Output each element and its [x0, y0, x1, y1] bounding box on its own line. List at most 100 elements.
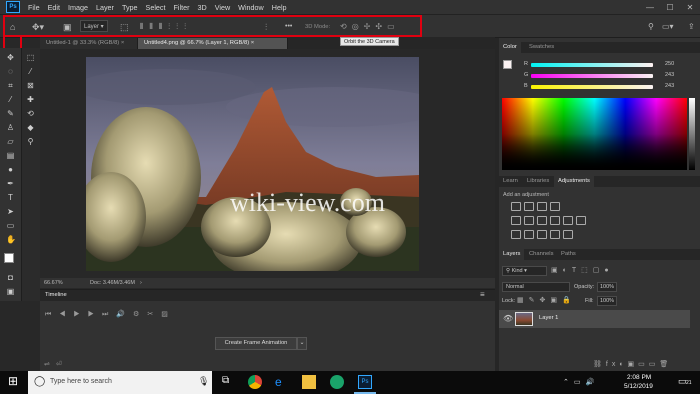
layer-filter-icons[interactable]: ▣◐T⬚▢●: [551, 266, 614, 274]
system-tray-icons[interactable]: ⌃▭🔊: [563, 378, 599, 386]
tab-learn[interactable]: Learn: [499, 176, 522, 187]
lock-icons[interactable]: ▦✎✥▣🔒: [517, 296, 576, 304]
shape-tool-icon[interactable]: ▭: [6, 221, 15, 230]
zoom-level[interactable]: 66.67%: [44, 278, 63, 288]
chrome-icon[interactable]: [248, 375, 262, 389]
hue-saturation-adjust-icon[interactable]: [524, 216, 534, 225]
share-icon[interactable]: ⇪: [688, 21, 695, 33]
menu-type[interactable]: Type: [122, 3, 138, 12]
windows-start-icon[interactable]: ⊞: [8, 374, 18, 388]
layer-row[interactable]: 👁 Layer 1: [499, 310, 690, 328]
workspace-icon[interactable]: ▭▾: [662, 21, 674, 33]
timeline-footer-icons[interactable]: ⇌⏎: [44, 360, 68, 368]
minimize-button[interactable]: —: [640, 3, 660, 12]
eyedropper-tool-icon[interactable]: ⁄: [6, 95, 15, 104]
menu-filter[interactable]: Filter: [174, 3, 190, 12]
task-view-icon[interactable]: ⧉: [222, 375, 236, 389]
type-tool-icon[interactable]: T: [6, 193, 15, 202]
channel-mixer-adjust-icon[interactable]: [576, 216, 586, 225]
path-select-tool-icon[interactable]: ➤: [6, 207, 15, 216]
file-explorer-icon[interactable]: [302, 375, 316, 389]
lasso-tool-icon[interactable]: ◌: [6, 67, 15, 76]
playback-controls[interactable]: ⏮◀▶▶⏭🔊⚙✂▨: [45, 310, 185, 319]
invert-adjust-icon[interactable]: [511, 230, 521, 239]
channel-value-r[interactable]: 250: [665, 61, 674, 67]
history-brush-icon[interactable]: ⟲: [26, 109, 35, 118]
move-tool-icon[interactable]: ✥: [6, 53, 15, 62]
quick-select-icon[interactable]: ⁄: [26, 67, 35, 76]
taskbar-search-box[interactable]: ◯ Type here to search 🎙: [28, 371, 212, 394]
panel-menu-icon[interactable]: ≡: [480, 290, 485, 299]
layer-filter-dropdown[interactable]: ⚲ Kind ▾: [502, 266, 547, 276]
photo-filter-adjust-icon[interactable]: [563, 216, 573, 225]
frame-tool-icon[interactable]: ⊠: [26, 81, 35, 90]
brush-tool-icon[interactable]: ✎: [6, 109, 15, 118]
status-arrow-icon[interactable]: ›: [140, 278, 142, 288]
menu-image[interactable]: Image: [68, 3, 88, 12]
dodge-tool-icon[interactable]: ●: [6, 165, 15, 174]
posterize-adjust-icon[interactable]: [524, 230, 534, 239]
gradient-tool-icon[interactable]: ▤: [6, 151, 15, 160]
color-balance-adjust-icon[interactable]: [537, 216, 547, 225]
visibility-eye-icon[interactable]: 👁: [503, 314, 513, 323]
stamp-tool-icon[interactable]: ♙: [6, 123, 15, 132]
zoom-tool-icon[interactable]: ⚲: [26, 137, 35, 146]
tab-untitled-1[interactable]: Untitled-1 @ 33.3% (RGB/8) ×: [40, 38, 138, 49]
tab-swatches[interactable]: Swatches: [525, 42, 558, 53]
tab-paths[interactable]: Paths: [557, 249, 580, 260]
blue-slider[interactable]: [531, 85, 653, 89]
photoshop-taskbar-icon[interactable]: Ps: [358, 375, 372, 389]
menu-3d[interactable]: 3D: [198, 3, 207, 12]
menu-layer[interactable]: Layer: [96, 3, 114, 12]
marquee-tool-icon[interactable]: ⬚: [26, 53, 35, 62]
microphone-icon[interactable]: 🎙: [198, 376, 209, 387]
tab-channels[interactable]: Channels: [525, 249, 558, 260]
layer-name[interactable]: Layer 1: [539, 315, 558, 321]
curves-adjust-icon[interactable]: [537, 202, 547, 211]
search-icon[interactable]: ⚲: [648, 21, 654, 33]
grayscale-ramp[interactable]: [689, 98, 695, 170]
threshold-adjust-icon[interactable]: [537, 230, 547, 239]
close-tab-icon[interactable]: ×: [251, 40, 254, 46]
exposure-adjust-icon[interactable]: [550, 202, 560, 211]
menu-view[interactable]: View: [215, 3, 230, 12]
tab-untitled4[interactable]: Untitled4.png @ 66.7% (Layer 1, RGB/8) ×: [138, 38, 288, 49]
tab-adjustments[interactable]: Adjustments: [554, 176, 594, 187]
black-white-adjust-icon[interactable]: [550, 216, 560, 225]
animation-type-dropdown[interactable]: ⌄: [297, 337, 307, 350]
healing-tool-icon[interactable]: ✚: [26, 95, 35, 104]
levels-adjust-icon[interactable]: [524, 202, 534, 211]
color-panel-fg-swatch[interactable]: [503, 60, 512, 69]
document-canvas-image[interactable]: [86, 57, 419, 271]
channel-value-g[interactable]: 243: [665, 72, 674, 78]
opacity-input[interactable]: 100%: [597, 282, 617, 292]
blur-tool-icon[interactable]: ◆: [26, 123, 35, 132]
crop-tool-icon[interactable]: ⌗: [6, 81, 15, 90]
close-window-button[interactable]: ✕: [680, 3, 700, 12]
pen-tool-icon[interactable]: ✒: [6, 179, 15, 188]
tab-color[interactable]: Color: [499, 42, 521, 53]
screen-mode-icon[interactable]: ▣: [6, 287, 15, 296]
eraser-tool-icon[interactable]: ▱: [6, 137, 15, 146]
menu-edit[interactable]: Edit: [48, 3, 60, 12]
foreground-color-swatch[interactable]: [4, 253, 14, 263]
fill-input[interactable]: 100%: [597, 296, 617, 306]
menu-help[interactable]: Help: [272, 3, 287, 12]
vibrance-adjust-icon[interactable]: [511, 216, 521, 225]
create-frame-animation-button[interactable]: Create Frame Animation: [215, 337, 297, 350]
quick-mask-icon[interactable]: ◘: [6, 273, 15, 282]
layer-footer-icons[interactable]: ⛓fx◐▣▭▭🗑: [593, 360, 672, 368]
channel-value-b[interactable]: 243: [665, 83, 674, 89]
hand-tool-icon[interactable]: ✋: [6, 235, 16, 244]
selective-color-adjust-icon[interactable]: [563, 230, 573, 239]
gradient-map-adjust-icon[interactable]: [550, 230, 560, 239]
blend-mode-dropdown[interactable]: Normal: [502, 282, 570, 292]
menu-file[interactable]: File: [28, 3, 40, 12]
menu-select[interactable]: Select: [146, 3, 166, 12]
brightness-adjust-icon[interactable]: [511, 202, 521, 211]
green-slider[interactable]: [531, 74, 653, 78]
tab-libraries[interactable]: Libraries: [523, 176, 553, 187]
app-icon[interactable]: [330, 375, 344, 389]
clock-time[interactable]: 2:08 PM: [627, 374, 651, 381]
close-tab-icon[interactable]: ×: [121, 40, 124, 46]
